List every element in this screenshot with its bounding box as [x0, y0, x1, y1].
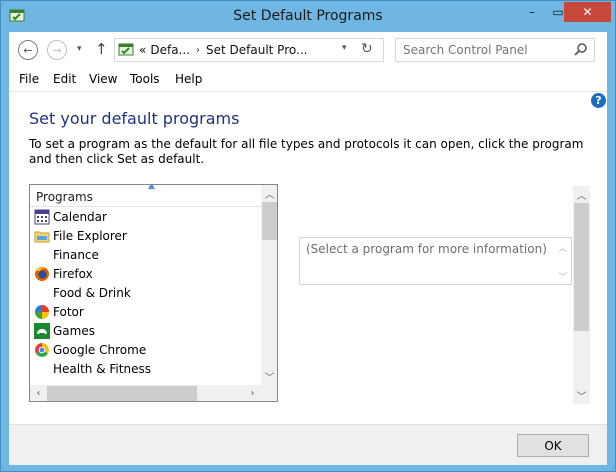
page-title: Set your default programs — [29, 109, 240, 128]
details-scroll-thumb[interactable] — [574, 203, 589, 331]
back-button[interactable]: ← — [18, 40, 38, 60]
menu-bar: File Edit View Tools Help — [9, 68, 607, 92]
program-label: Fotor — [53, 304, 84, 319]
list-item[interactable]: File Explorer — [30, 226, 261, 245]
calendar-icon — [34, 209, 50, 225]
chrome-icon — [34, 342, 50, 358]
horizontal-scroll-thumb[interactable] — [47, 386, 197, 401]
blank-icon — [34, 247, 50, 263]
breadcrumb-set-default-programs[interactable]: Set Default Pro... — [204, 43, 309, 57]
breadcrumb-default-programs[interactable]: Defa... — [148, 43, 192, 57]
control-panel-address-icon — [115, 39, 137, 61]
programs-header-label: Programs — [36, 190, 93, 204]
forward-button[interactable]: → — [47, 40, 67, 60]
details-scroll-up-icon[interactable]: ︿ — [573, 186, 590, 203]
programs-items: Calendar File Explorer Finance Firefox F… — [30, 207, 261, 378]
list-item[interactable]: Finance — [30, 245, 261, 264]
sort-ascending-icon: ▲ — [148, 184, 155, 191]
program-label: Calendar — [53, 209, 107, 224]
breadcrumb-separator-icon[interactable]: › — [192, 45, 204, 56]
refresh-icon[interactable]: ↻ — [361, 41, 373, 57]
list-item[interactable]: Google Chrome — [30, 340, 261, 359]
programs-horizontal-scrollbar[interactable]: ‹ › — [30, 385, 277, 401]
list-item[interactable]: Fotor — [30, 302, 261, 321]
scroll-left-icon[interactable]: ‹ — [30, 385, 47, 401]
breadcrumb-overflow[interactable]: « — [137, 43, 148, 57]
fotor-icon — [34, 304, 50, 320]
menu-edit[interactable]: Edit — [53, 72, 76, 86]
title-bar[interactable]: Set Default Programs – ▭ ✕ — [1, 1, 615, 32]
blank-icon — [34, 361, 50, 377]
program-info-box: (Select a program for more information) … — [299, 237, 572, 285]
info-scroll-down-icon[interactable]: ﹀ — [555, 269, 571, 283]
list-item[interactable]: Food & Drink — [30, 283, 261, 302]
ok-button[interactable]: OK — [517, 434, 589, 457]
up-icon[interactable]: ↑ — [95, 40, 108, 58]
close-button[interactable]: ✕ — [564, 2, 611, 22]
window-client-area: ← → ▾ ↑ « Defa... › Set Default Pro... ▾… — [9, 32, 607, 465]
programs-vertical-scrollbar[interactable]: ︿ ﹀ — [261, 185, 277, 385]
list-item[interactable]: Games — [30, 321, 261, 340]
search-box[interactable] — [395, 38, 595, 62]
program-label: Google Chrome — [53, 342, 147, 357]
program-label: Health & Fitness — [53, 361, 151, 376]
program-label: Food & Drink — [53, 285, 131, 300]
dialog-footer: OK — [9, 424, 607, 465]
list-item[interactable]: Calendar — [30, 207, 261, 226]
address-dropdown-icon[interactable]: ▾ — [342, 43, 347, 53]
games-icon — [34, 322, 50, 339]
info-scrollbar[interactable]: ︿ ﹀ — [555, 238, 571, 284]
minimize-button[interactable]: – — [519, 2, 545, 22]
scroll-thumb[interactable] — [262, 202, 277, 240]
help-icon[interactable]: ? — [591, 93, 606, 108]
control-panel-window: Set Default Programs – ▭ ✕ ← → ▾ ↑ « Def… — [0, 0, 616, 472]
program-label: File Explorer — [53, 228, 127, 243]
main-content: ? Set your default programs To set a pro… — [9, 93, 607, 424]
folder-icon — [34, 228, 50, 244]
page-description: To set a program as the default for all … — [29, 137, 584, 166]
list-item[interactable]: Firefox — [30, 264, 261, 283]
list-item[interactable]: Health & Fitness — [30, 359, 261, 378]
navigation-bar: ← → ▾ ↑ « Defa... › Set Default Pro... ▾… — [9, 32, 607, 68]
search-icon[interactable] — [574, 42, 588, 59]
address-bar[interactable]: « Defa... › Set Default Pro... ▾ ↻ — [114, 38, 384, 62]
details-vertical-scrollbar[interactable]: ︿ ﹀ — [573, 186, 590, 404]
menu-file[interactable]: File — [19, 72, 39, 86]
recent-locations-icon[interactable]: ▾ — [77, 44, 82, 54]
menu-help[interactable]: Help — [175, 72, 202, 86]
programs-column-header[interactable]: ▲ Programs — [30, 185, 261, 207]
details-scroll-down-icon[interactable]: ﹀ — [573, 387, 590, 404]
info-scroll-up-icon[interactable]: ︿ — [555, 240, 571, 254]
program-label: Finance — [53, 247, 99, 262]
menu-view[interactable]: View — [89, 72, 117, 86]
search-input[interactable] — [403, 43, 568, 57]
scroll-right-icon[interactable]: › — [244, 385, 261, 401]
scroll-up-icon[interactable]: ︿ — [261, 185, 277, 202]
scrollbar-corner — [261, 385, 277, 401]
menu-tools[interactable]: Tools — [130, 72, 160, 86]
program-label: Firefox — [53, 266, 93, 281]
firefox-icon — [34, 266, 50, 282]
blank-icon — [34, 285, 50, 301]
scroll-down-icon[interactable]: ﹀ — [261, 368, 277, 385]
program-label: Games — [53, 323, 95, 338]
program-info-placeholder: (Select a program for more information) — [306, 242, 547, 256]
programs-list[interactable]: ▲ Programs Calendar File Explorer Financ… — [29, 184, 278, 402]
